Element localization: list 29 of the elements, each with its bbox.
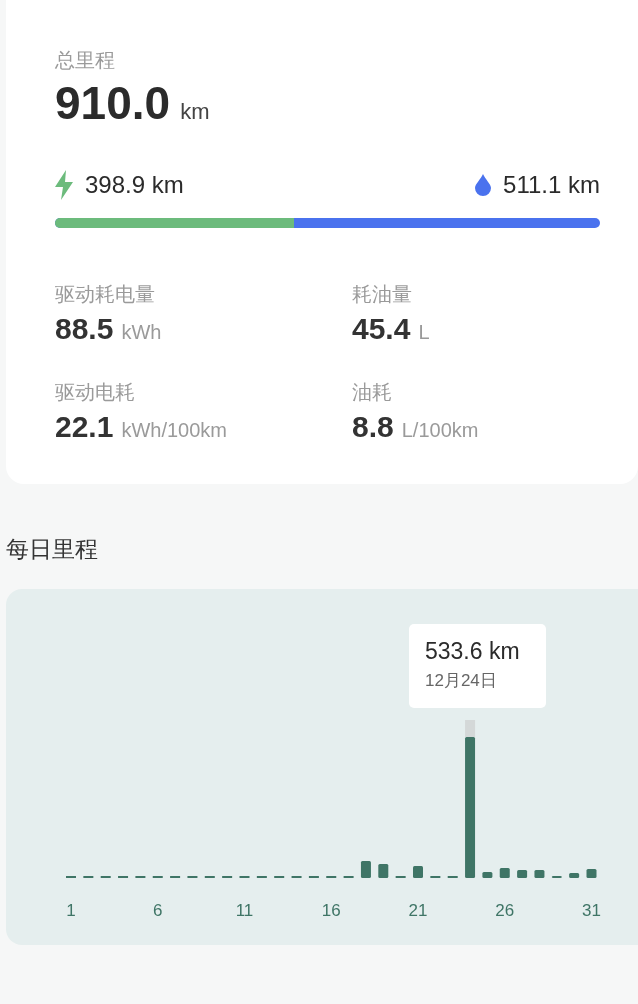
tooltip-date: 12月24日	[425, 670, 498, 692]
tooltip-value: 533.6 km	[425, 638, 521, 665]
stat-label: 驱动耗电量	[55, 282, 156, 307]
total-mileage-value: 910.0	[55, 76, 171, 130]
axis-label: 6	[153, 901, 163, 920]
axis-label: 26	[495, 901, 515, 920]
section-title: 每日里程	[6, 535, 99, 564]
stat-unit: L/100km	[401, 419, 479, 442]
stat-unit: L	[418, 321, 430, 344]
droplet-icon	[475, 174, 492, 196]
stat-label: 油耗	[352, 380, 393, 405]
axis-label: 11	[235, 901, 254, 920]
axis-label: 1	[66, 901, 76, 920]
total-mileage-label: 总里程	[55, 48, 116, 73]
axis-label: 21	[408, 901, 428, 920]
stat-label: 耗油量	[352, 282, 413, 307]
stat-unit: kWh/100km	[121, 419, 227, 442]
stat-value: 22.1	[55, 410, 114, 444]
lightning-icon	[55, 170, 73, 200]
stat-value: 88.5	[55, 312, 114, 346]
axis-label: 16	[321, 901, 341, 920]
total-mileage-unit: km	[180, 99, 210, 125]
stat-label: 驱动电耗	[55, 380, 136, 405]
fuel-distance: 511.1 km	[503, 171, 600, 199]
electric-distance: 398.9 km	[85, 171, 184, 199]
stat-value: 8.8	[352, 410, 394, 444]
stat-value: 45.4	[352, 312, 411, 346]
axis-label: 31	[582, 901, 601, 920]
stat-unit: kWh	[121, 321, 162, 344]
